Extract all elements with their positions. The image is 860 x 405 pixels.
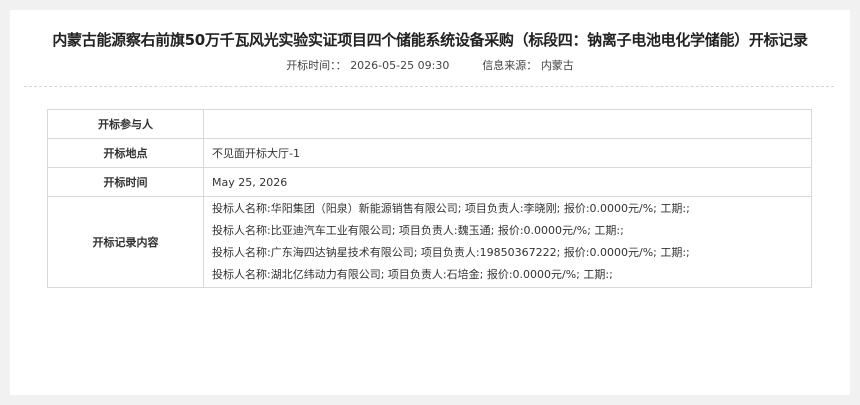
meta-line: 开标时间：： 2026-05-25 09:30 信息来源： 内蒙古 [10, 57, 850, 73]
table-row: 开标地点 不见面开标大厅-1 [47, 138, 812, 168]
location-label: 开标地点 [47, 138, 204, 168]
info-source-label: 信息来源： [482, 59, 538, 72]
bidder-item: 投标人名称:比亚迪汽车工业有限公司; 项目负责人:魏玉通; 报价:0.0000元… [212, 224, 624, 237]
content-panel: 内蒙古能源察右前旗50万千瓦风光实验实证项目四个储能系统设备采购（标段四：钠离子… [10, 10, 850, 395]
dashed-divider [24, 86, 834, 87]
table-row: 开标参与人 [47, 109, 812, 139]
records-label: 开标记录内容 [47, 196, 204, 288]
participants-label: 开标参与人 [47, 109, 204, 139]
bidder-item: 投标人名称:湖北亿纬动力有限公司; 项目负责人:石培金; 报价:0.0000元/… [212, 268, 613, 281]
open-date-label: 开标时间 [47, 167, 204, 197]
records-content: 投标人名称:华阳集团（阳泉）新能源销售有限公司; 项目负责人:李晓刚; 报价:0… [203, 196, 812, 288]
open-time-value: 2026-05-25 09:30 [350, 59, 450, 72]
page-title: 内蒙古能源察右前旗50万千瓦风光实验实证项目四个储能系统设备采购（标段四：钠离子… [52, 31, 808, 49]
open-time-label: 开标时间：： [286, 59, 347, 72]
info-source-value: 内蒙古 [540, 59, 574, 72]
location-value: 不见面开标大厅-1 [203, 138, 812, 168]
bidder-item: 投标人名称:广东海四达钠星技术有限公司; 项目负责人:19850367222; … [212, 246, 690, 259]
table-row: 开标时间 May 25, 2026 [47, 167, 812, 197]
bidder-item: 投标人名称:华阳集团（阳泉）新能源销售有限公司; 项目负责人:李晓刚; 报价:0… [212, 202, 690, 215]
open-date-value: May 25, 2026 [203, 167, 812, 197]
bid-opening-table: 开标参与人 开标地点 不见面开标大厅-1 开标时间 May 25, 2026 开… [47, 109, 812, 288]
table-row: 开标记录内容 投标人名称:华阳集团（阳泉）新能源销售有限公司; 项目负责人:李晓… [47, 196, 812, 288]
participants-value [203, 109, 812, 139]
